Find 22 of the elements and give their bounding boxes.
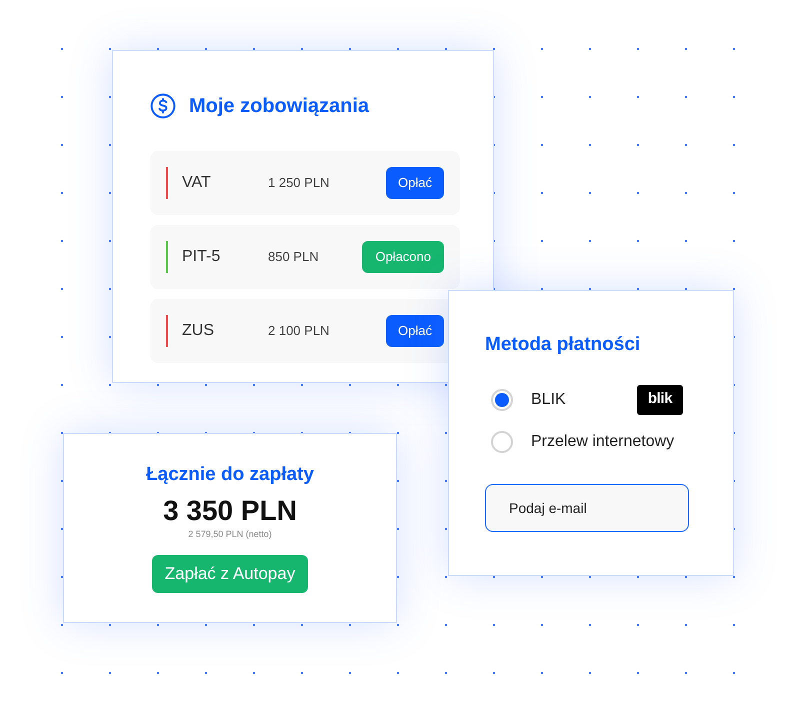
radio-button[interactable] xyxy=(491,388,513,410)
card-title: Metoda płatności xyxy=(485,333,642,357)
blik-logo: blik xyxy=(637,384,683,414)
pay-button[interactable]: Opłać xyxy=(386,167,444,199)
obligation-name: ZUS xyxy=(182,321,215,341)
obligation-name: VAT xyxy=(182,173,212,193)
card-title: Łącznie do zapłaty xyxy=(146,463,314,487)
net-amount: 2 579,50 PLN (netto) xyxy=(188,528,272,541)
radio-button[interactable] xyxy=(491,430,513,452)
email-field[interactable]: Podaj e-mail xyxy=(485,484,689,532)
obligation-name: PIT-5 xyxy=(182,247,222,267)
option-label[interactable]: BLIK xyxy=(531,388,566,412)
obligation-amount: 850 PLN xyxy=(268,248,319,266)
option-label[interactable]: Przelew internetowy xyxy=(531,430,674,454)
obligation-amount: 2 100 PLN xyxy=(268,322,330,340)
obligation-amount: 1 250 PLN xyxy=(268,174,330,192)
dollar-icon xyxy=(150,93,176,119)
total-amount: 3 350 PLN xyxy=(163,494,297,528)
pay-button[interactable]: Opłać xyxy=(386,315,444,347)
paid-status-button[interactable]: Opłacono xyxy=(362,241,444,273)
pay-autopay-button[interactable]: Zapłać z Autopay xyxy=(152,555,308,593)
card-title: Moje zobowiązania xyxy=(189,94,370,119)
